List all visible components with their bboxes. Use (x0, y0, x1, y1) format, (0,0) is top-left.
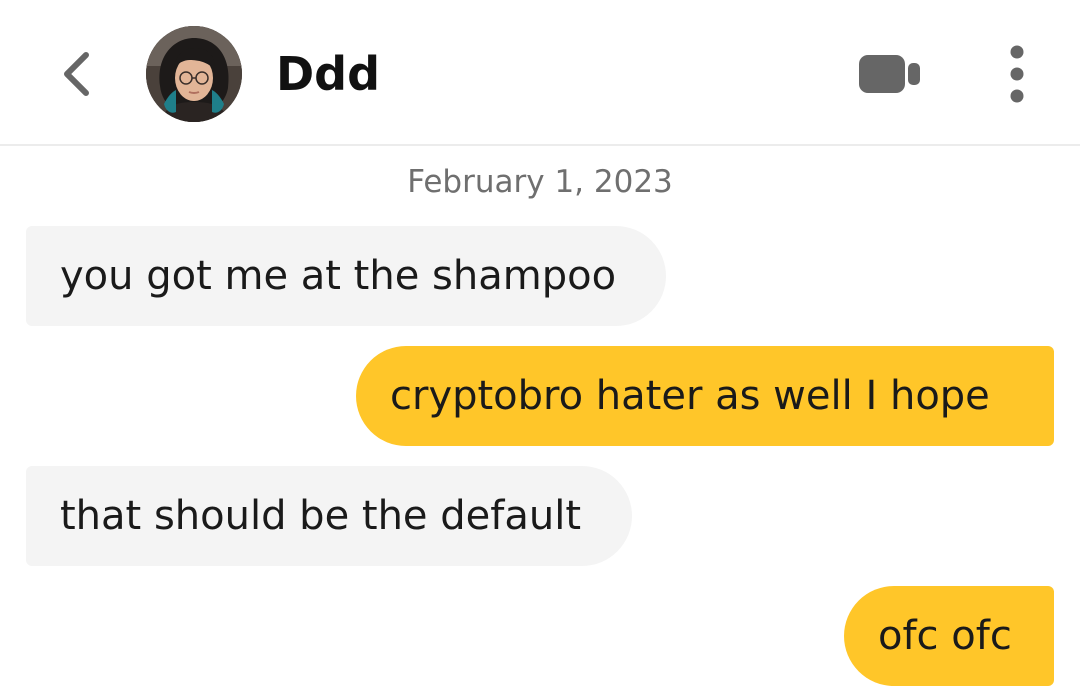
date-separator: February 1, 2023 (407, 164, 673, 200)
outgoing-message-bubble[interactable]: cryptobro hater as well I hope (356, 346, 1054, 446)
message-text: cryptobro hater as well I hope (390, 373, 990, 419)
more-options-button[interactable] (992, 38, 1042, 110)
incoming-message-bubble[interactable]: that should be the default (26, 466, 632, 566)
message-text: that should be the default (60, 493, 581, 539)
avatar-image (146, 26, 242, 122)
incoming-message-bubble[interactable]: you got me at the shampoo (26, 226, 666, 326)
avatar[interactable] (146, 26, 242, 122)
message-text: you got me at the shampoo (60, 253, 617, 299)
outgoing-message-bubble[interactable]: ofc ofc (844, 586, 1054, 686)
chevron-left-icon (64, 52, 89, 96)
contact-name[interactable]: Ddd (276, 42, 380, 106)
video-camera-icon (859, 55, 920, 93)
chat-header: Ddd (0, 0, 1080, 146)
more-vertical-icon (1010, 45, 1024, 103)
message-text: ofc ofc (878, 613, 1012, 659)
video-call-button[interactable] (850, 46, 930, 102)
chat-screen: Ddd February 1, 2023 you got me at the s… (0, 0, 1080, 693)
back-button[interactable] (48, 44, 104, 104)
